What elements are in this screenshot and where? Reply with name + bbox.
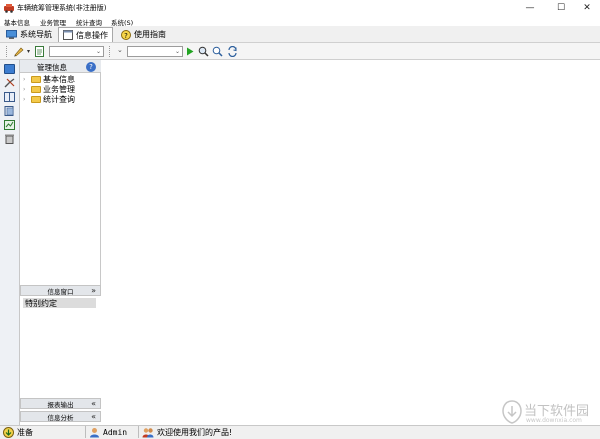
zoom-search-icon[interactable] xyxy=(212,46,223,57)
chevron-right-icon[interactable]: › xyxy=(23,86,29,93)
chevron-down-icon[interactable]: ⌄ xyxy=(117,46,123,54)
tree-item-business[interactable]: › 业务管理 xyxy=(23,84,75,94)
book-icon[interactable] xyxy=(4,92,15,102)
trash-icon[interactable] xyxy=(4,134,15,144)
watermark-logo-icon xyxy=(502,400,522,424)
refresh-icon[interactable] xyxy=(227,46,238,57)
tab-label: 系统导航 xyxy=(20,30,52,39)
svg-text:?: ? xyxy=(124,32,128,40)
dropdown-arrow-icon[interactable]: ▾ xyxy=(27,48,30,55)
user-name: Admin xyxy=(103,428,128,437)
watermark: 当下软件园 www.downxia.com xyxy=(500,398,596,428)
tab-label: 信息操作 xyxy=(76,30,108,40)
document-icon[interactable] xyxy=(35,46,45,57)
toolbar-combo-2[interactable]: ⌄ xyxy=(127,46,183,57)
report-output-title: 报表输出 xyxy=(47,400,74,409)
info-analysis-title: 信息分析 xyxy=(47,413,74,422)
collapse-icon[interactable]: » xyxy=(91,286,96,295)
info-window-header[interactable]: 信息窗口 » xyxy=(20,285,101,296)
status-separator xyxy=(85,426,86,438)
status-welcome: 欢迎使用我们的产品! xyxy=(142,427,232,438)
info-window-title: 信息窗口 xyxy=(47,287,74,296)
play-icon[interactable] xyxy=(186,47,194,56)
search-icon[interactable] xyxy=(198,46,209,57)
tree-item-basic-info[interactable]: › 基本信息 xyxy=(23,74,75,84)
tab-system-nav[interactable]: 系统导航 xyxy=(2,27,56,42)
close-button[interactable]: ✕ xyxy=(574,0,600,16)
window-icon xyxy=(63,30,73,40)
monitor-icon xyxy=(6,30,17,39)
chevron-right-icon[interactable]: › xyxy=(23,96,29,103)
info-analysis-header[interactable]: 信息分析 « xyxy=(20,411,101,422)
chart-icon[interactable] xyxy=(4,120,15,130)
tree-item-label: 统计查询 xyxy=(43,94,75,104)
expand-icon[interactable]: « xyxy=(91,399,96,408)
toolbar-grip[interactable] xyxy=(6,46,8,57)
report-output-header[interactable]: 报表输出 « xyxy=(20,398,101,409)
tree-item-statistics[interactable]: › 统计查询 xyxy=(23,94,75,104)
status-user: Admin xyxy=(89,427,127,438)
file-icon[interactable] xyxy=(4,106,15,116)
question-icon: ? xyxy=(121,29,131,40)
folder-icon xyxy=(31,95,41,103)
pencil-icon[interactable] xyxy=(13,46,24,57)
watermark-url: www.downxia.com xyxy=(526,417,582,424)
expand-icon[interactable]: « xyxy=(91,412,96,421)
window-title: 车辆统筹管理系统(非注册版) xyxy=(17,4,107,12)
tab-user-guide[interactable]: ? 使用指南 xyxy=(117,27,170,42)
info-window-body xyxy=(21,297,100,398)
tab-label: 使用指南 xyxy=(134,30,166,39)
chevron-down-icon: ⌄ xyxy=(95,48,102,55)
info-list-item[interactable]: 特别约定 xyxy=(23,298,96,308)
download-icon xyxy=(3,427,14,438)
tools-icon[interactable] xyxy=(4,78,16,88)
status-ready: 准备 xyxy=(3,427,33,438)
minimize-button[interactable]: — xyxy=(517,0,543,16)
status-separator xyxy=(138,426,139,438)
toolbar-separator xyxy=(109,46,111,57)
status-text: 准备 xyxy=(17,428,33,437)
maximize-button[interactable]: ☐ xyxy=(548,0,574,16)
folder-icon xyxy=(31,85,41,93)
nav-panel-title: 管理信息 xyxy=(37,63,67,72)
help-icon[interactable]: ? xyxy=(86,62,96,72)
chevron-right-icon[interactable]: › xyxy=(23,76,29,83)
chevron-down-icon: ⌄ xyxy=(174,48,181,55)
main-content-area[interactable] xyxy=(101,60,600,425)
app-icon xyxy=(4,4,14,13)
toolbar-combo-1[interactable]: ⌄ xyxy=(49,46,104,57)
welcome-text: 欢迎使用我们的产品! xyxy=(157,428,233,437)
tab-info-ops[interactable]: 信息操作 xyxy=(58,27,113,42)
folder-icon xyxy=(31,75,41,83)
user-icon xyxy=(90,428,99,438)
users-icon xyxy=(142,428,154,438)
navigation-icon[interactable] xyxy=(4,64,15,74)
